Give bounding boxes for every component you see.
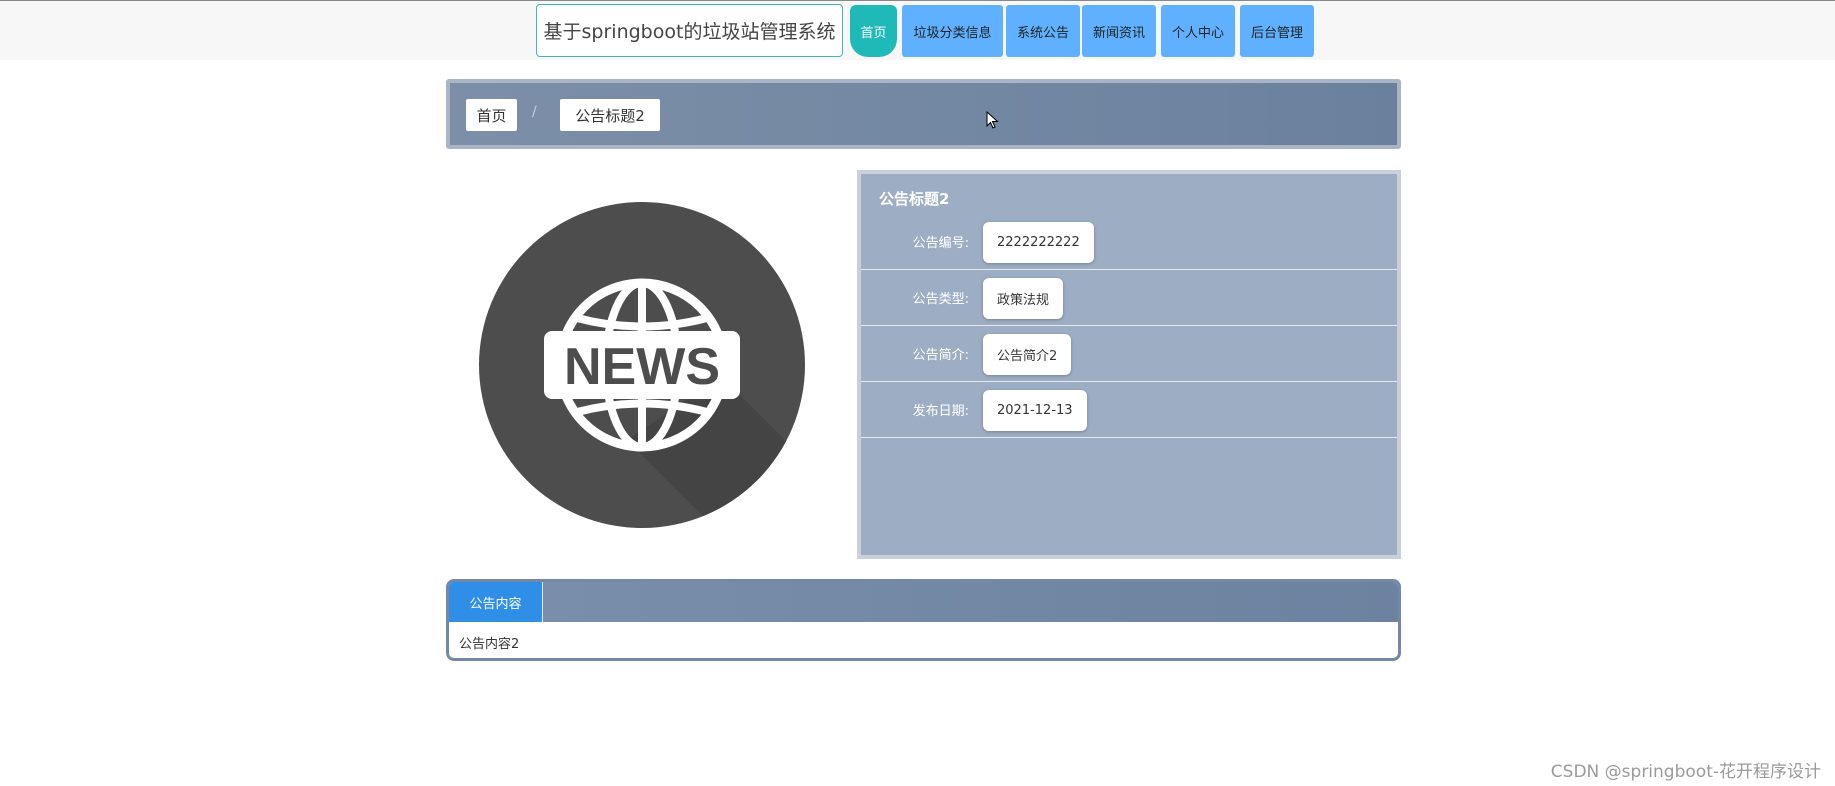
content-card: 公告内容 公告内容2	[446, 579, 1401, 661]
detail-value-type: 政策法规	[983, 278, 1064, 319]
news-image-text: NEWS	[564, 338, 720, 396]
nav-system-notice[interactable]: 系统公告	[1006, 5, 1080, 57]
detail-value-number: 2222222222	[983, 222, 1094, 263]
detail-row-type: 公告类型: 政策法规	[861, 270, 1397, 326]
detail-label: 发布日期:	[912, 404, 969, 419]
tab-content[interactable]: 公告内容	[449, 582, 543, 622]
content-tab-bar: 公告内容	[449, 582, 1398, 622]
watermark: CSDN @springboot-花开程序设计	[1550, 762, 1821, 782]
detail-label: 公告类型:	[912, 292, 969, 307]
mouse-cursor-icon	[986, 111, 999, 129]
detail-value-date: 2021-12-13	[983, 390, 1087, 431]
news-globe-icon: NEWS	[479, 202, 805, 528]
top-navbar: 基于springboot的垃圾站管理系统 首页 垃圾分类信息 系统公告 新闻资讯…	[0, 0, 1835, 60]
detail-row-date: 发布日期: 2021-12-13	[861, 382, 1397, 438]
nav-garbage-classification[interactable]: 垃圾分类信息	[902, 5, 1003, 57]
detail-label: 公告简介:	[912, 348, 969, 363]
site-title[interactable]: 基于springboot的垃圾站管理系统	[536, 4, 843, 57]
detail-value-summary: 公告简介2	[983, 334, 1072, 375]
nav-admin[interactable]: 后台管理	[1240, 5, 1314, 57]
breadcrumb-separator: /	[532, 104, 537, 120]
detail-title: 公告标题2	[879, 190, 950, 208]
nav-news[interactable]: 新闻资讯	[1082, 5, 1156, 57]
breadcrumb: 首页 / 公告标题2	[446, 79, 1401, 149]
detail-label: 公告编号:	[912, 236, 969, 251]
breadcrumb-current: 公告标题2	[560, 99, 660, 131]
detail-row-summary: 公告简介: 公告简介2	[861, 326, 1397, 382]
detail-panel: 公告标题2 公告编号: 2222222222 公告类型: 政策法规 公告简介: …	[857, 170, 1401, 559]
breadcrumb-home[interactable]: 首页	[466, 99, 517, 131]
nav-personal-center[interactable]: 个人中心	[1161, 5, 1235, 57]
detail-row-number: 公告编号: 2222222222	[861, 214, 1397, 270]
content-body: 公告内容2	[459, 637, 520, 652]
nav-home[interactable]: 首页	[850, 5, 897, 57]
